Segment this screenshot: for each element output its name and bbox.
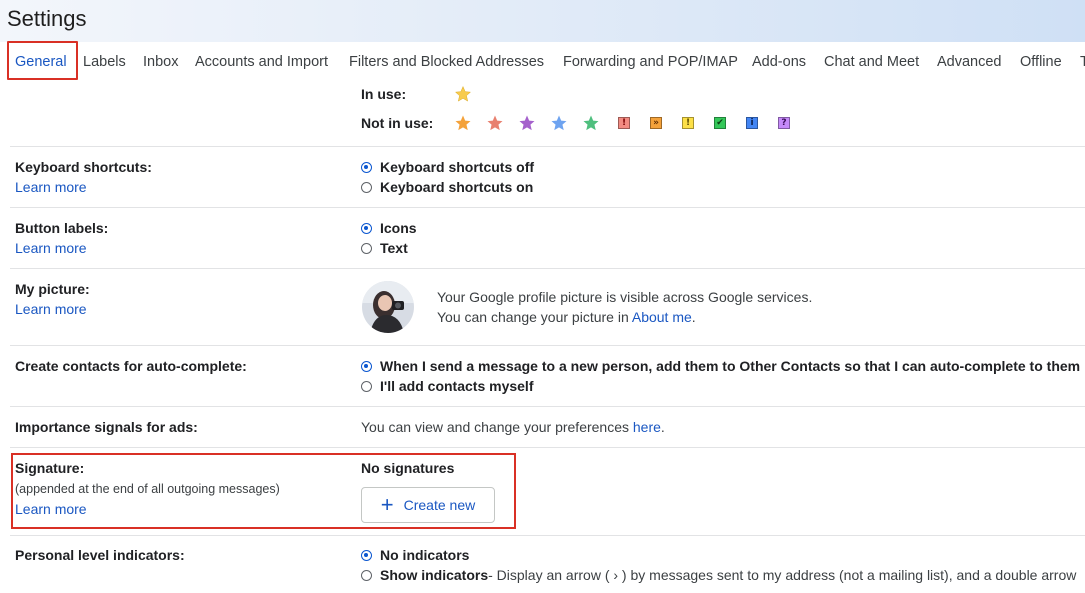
auto-complete-label: Create contacts for auto-complete: <box>15 358 247 374</box>
radio-unselected[interactable] <box>361 181 372 193</box>
red-bang-icon[interactable]: ! <box>618 117 630 129</box>
tab-filters[interactable]: Filters and Blocked Addresses <box>349 54 544 70</box>
personal-level-label: Personal level indicators: <box>15 547 185 563</box>
option-label: No indicators <box>380 547 470 563</box>
purple-question-icon[interactable]: ? <box>778 117 790 129</box>
about-me-link[interactable]: About me <box>632 309 692 325</box>
general-tab-highlight <box>7 41 78 80</box>
radio-selected[interactable] <box>361 360 372 372</box>
picture-change-text: You can change your picture in About me. <box>437 309 696 325</box>
radio-unselected[interactable] <box>361 242 372 254</box>
option-label: I'll add contacts myself <box>380 378 534 394</box>
avatar[interactable] <box>362 281 414 333</box>
tab-forwarding[interactable]: Forwarding and POP/IMAP <box>563 54 738 70</box>
option-label: Text <box>380 240 408 256</box>
option-label: Icons <box>380 220 417 236</box>
keyboard-learn-more-link[interactable]: Learn more <box>15 179 87 195</box>
tab-advanced[interactable]: Advanced <box>937 54 1002 70</box>
my-picture-learn-more-link[interactable]: Learn more <box>15 301 87 317</box>
blue-info-icon[interactable]: i <box>746 117 758 129</box>
radio-selected[interactable] <box>361 161 372 173</box>
show-indicators-option[interactable]: Show indicators - Display an arrow ( › )… <box>361 565 1076 585</box>
divider <box>10 447 1085 448</box>
tab-accounts-and-import[interactable]: Accounts and Import <box>195 54 328 70</box>
button-labels-learn-more-link[interactable]: Learn more <box>15 240 87 256</box>
importance-signals-label: Importance signals for ads: <box>15 419 198 435</box>
tab-add-ons[interactable]: Add-ons <box>752 54 806 70</box>
button-labels-icons-option[interactable]: Icons <box>361 218 417 238</box>
page-title: Settings <box>7 6 87 31</box>
orange-guillemet-icon[interactable]: » <box>650 117 662 129</box>
stars-not-in-use-label: Not in use: <box>361 115 434 131</box>
tab-themes[interactable]: T <box>1080 54 1085 70</box>
divider <box>10 207 1085 208</box>
picture-visibility-text: Your Google profile picture is visible a… <box>437 289 813 305</box>
option-label: Show indicators <box>380 567 489 583</box>
option-label: When I send a message to a new person, a… <box>380 358 1081 374</box>
purple-star-icon[interactable] <box>518 114 536 132</box>
here-link[interactable]: here <box>633 419 661 435</box>
tab-chat-and-meet[interactable]: Chat and Meet <box>824 54 919 70</box>
button-labels-text-option[interactable]: Text <box>361 238 408 258</box>
divider <box>10 268 1085 269</box>
option-description: - Display an arrow ( › ) by messages sen… <box>488 567 1077 583</box>
manual-contacts-option[interactable]: I'll add contacts myself <box>361 376 534 396</box>
red-star-icon[interactable] <box>486 114 504 132</box>
divider <box>10 345 1085 346</box>
button-labels-label: Button labels: <box>15 220 109 236</box>
settings-header-bar <box>0 0 1085 42</box>
settings-tabs: General Labels Inbox Accounts and Import… <box>0 42 1085 84</box>
no-indicators-option[interactable]: No indicators <box>361 545 469 565</box>
auto-add-contacts-option[interactable]: When I send a message to a new person, a… <box>361 356 1080 376</box>
divider <box>10 146 1085 147</box>
divider <box>10 535 1085 536</box>
stars-in-use-label: In use: <box>361 86 407 102</box>
blue-star-icon[interactable] <box>550 114 568 132</box>
tab-labels[interactable]: Labels <box>83 54 126 70</box>
option-label: Keyboard shortcuts off <box>380 159 535 175</box>
yellow-star-icon[interactable] <box>454 85 472 103</box>
radio-selected[interactable] <box>361 549 372 561</box>
radio-unselected[interactable] <box>361 380 372 392</box>
tab-offline[interactable]: Offline <box>1020 54 1062 70</box>
importance-preferences-text: You can view and change your preferences… <box>361 419 665 435</box>
keyboard-shortcuts-label: Keyboard shortcuts: <box>15 159 152 175</box>
tab-inbox[interactable]: Inbox <box>143 54 178 70</box>
keyboard-shortcuts-off-option[interactable]: Keyboard shortcuts off <box>361 157 534 177</box>
green-check-icon[interactable]: ✔ <box>714 117 726 129</box>
divider <box>10 406 1085 407</box>
yellow-bang-icon[interactable]: ! <box>682 117 694 129</box>
keyboard-shortcuts-on-option[interactable]: Keyboard shortcuts on <box>361 177 533 197</box>
my-picture-label: My picture: <box>15 281 90 297</box>
radio-selected[interactable] <box>361 222 372 234</box>
green-star-icon[interactable] <box>582 114 600 132</box>
option-label: Keyboard shortcuts on <box>380 179 534 195</box>
radio-unselected[interactable] <box>361 569 372 581</box>
orange-star-icon[interactable] <box>454 114 472 132</box>
signature-highlight <box>11 453 516 529</box>
